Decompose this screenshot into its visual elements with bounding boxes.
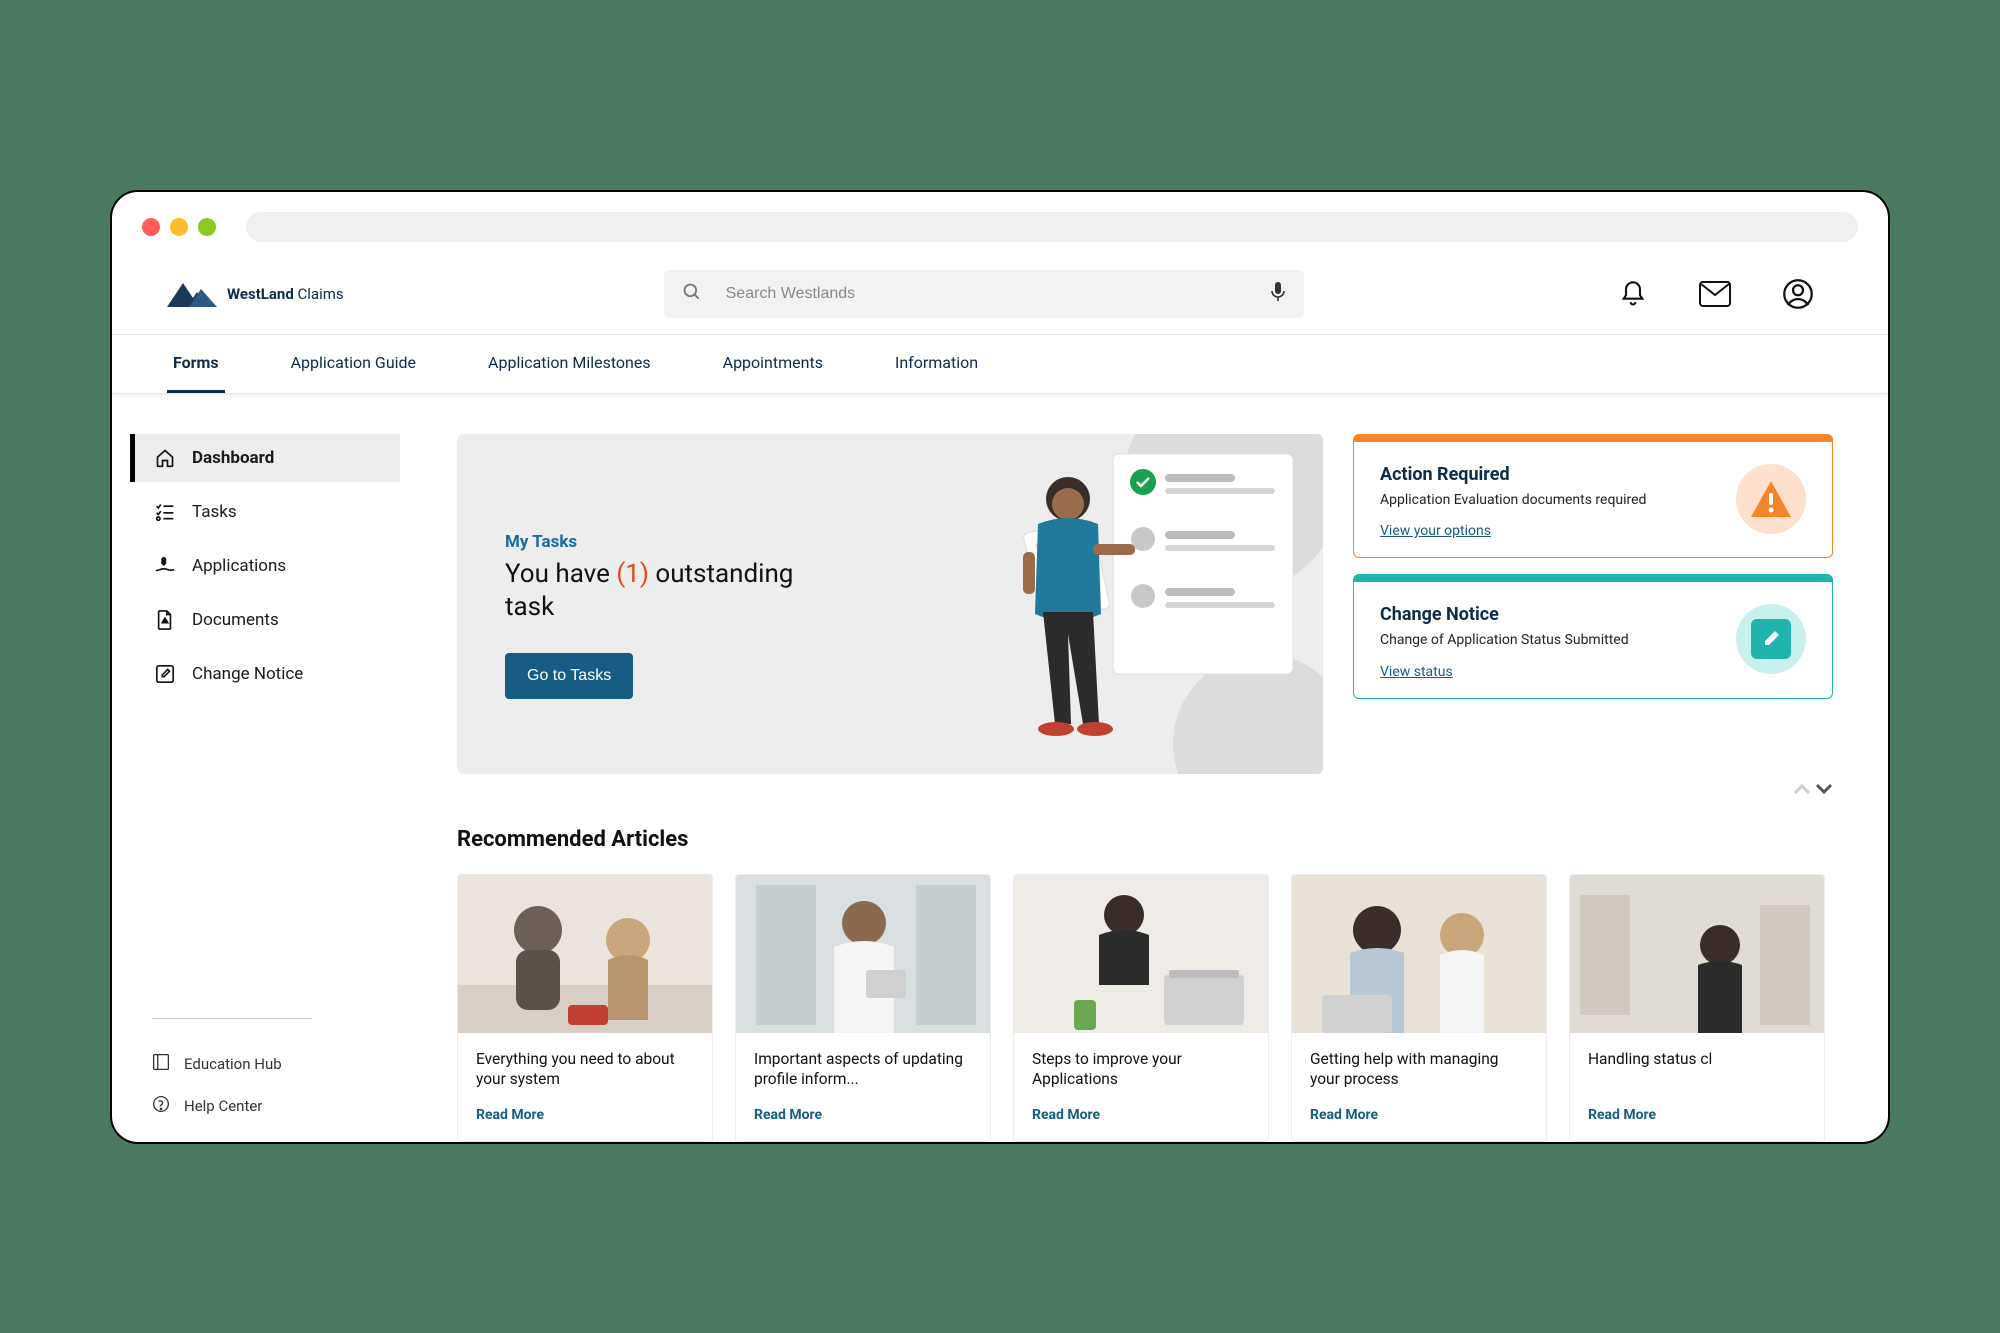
notice-pager [457,774,1888,799]
browser-window: WestLand Claims Forms Application Guid [110,190,1890,1144]
tab-application-milestones[interactable]: Application Milestones [482,335,657,393]
sidebar-item-label: Applications [192,556,286,576]
read-more-link[interactable]: Read More [754,1107,972,1123]
mountain-logo-icon [167,281,217,307]
url-bar[interactable] [246,212,1858,242]
brand-logo[interactable]: WestLand Claims [167,281,344,307]
article-title: Steps to improve your Applications [1032,1049,1250,1091]
tasks-headline: You have (1) outstanding task [505,558,805,626]
search-bar[interactable] [664,270,1304,318]
notice-title: Action Required [1380,464,1718,485]
chevron-up-icon[interactable] [1793,780,1811,799]
home-icon [154,448,176,468]
app-header: WestLand Claims [112,254,1888,334]
article-card[interactable]: Steps to improve your Applications Read … [1013,874,1269,1142]
tab-application-guide[interactable]: Application Guide [285,335,422,393]
sidebar-footer: Education Hub Help Center [130,1018,457,1127]
header-actions [1619,279,1833,309]
browser-chrome [112,192,1888,254]
document-icon [154,610,176,630]
sidebar-nav: Dashboard Tasks $ Applications [130,434,457,698]
tab-information[interactable]: Information [889,335,984,393]
hand-money-icon: $ [154,557,176,575]
book-icon [152,1053,170,1075]
article-thumbnail [1570,875,1824,1033]
articles-heading: Recommended Articles [457,827,1888,852]
sidebar-footer-label: Education Hub [184,1055,282,1073]
sidebar-item-tasks[interactable]: Tasks [134,488,404,536]
article-title: Important aspects of updating profile in… [754,1049,972,1091]
sidebar-item-label: Dashboard [192,448,274,468]
article-title: Everything you need to about your system [476,1049,694,1091]
article-card[interactable]: Everything you need to about your system… [457,874,713,1142]
view-options-link[interactable]: View your options [1380,523,1491,539]
read-more-link[interactable]: Read More [1310,1107,1528,1123]
main-content: My Tasks You have (1) outstanding task G… [457,434,1888,1142]
tab-appointments[interactable]: Appointments [717,335,829,393]
recommended-articles: Recommended Articles Everything you need… [457,827,1888,1142]
action-required-card: Action Required Application Evaluation d… [1353,434,1833,559]
sidebar-item-documents[interactable]: Documents [134,596,404,644]
tasks-eyebrow: My Tasks [505,532,805,552]
read-more-link[interactable]: Read More [1588,1107,1806,1123]
article-thumbnail [1292,875,1546,1033]
brand-name: WestLand Claims [227,285,344,303]
notice-description: Change of Application Status Submitted [1380,631,1650,651]
sidebar-item-label: Tasks [192,502,237,522]
tab-forms[interactable]: Forms [167,335,225,393]
search-input[interactable] [726,285,1246,303]
tasks-illustration [983,434,1323,774]
view-status-link[interactable]: View status [1380,664,1453,680]
checklist-icon [154,503,176,521]
svg-text:$: $ [161,557,166,567]
sidebar-footer-label: Help Center [184,1097,262,1115]
microphone-icon[interactable] [1270,282,1286,306]
article-thumbnail [458,875,712,1033]
notice-description: Application Evaluation documents require… [1380,491,1650,511]
window-controls [142,218,216,236]
edit-icon [1736,604,1806,674]
search-icon [682,282,702,306]
article-title: Handling status cl [1588,1049,1806,1091]
articles-row: Everything you need to about your system… [457,874,1888,1142]
sidebar: Dashboard Tasks $ Applications [112,434,457,1142]
change-notice-card: Change Notice Change of Application Stat… [1353,574,1833,699]
article-thumbnail [736,875,990,1033]
tasks-panel: My Tasks You have (1) outstanding task G… [457,434,1323,774]
minimize-window-button[interactable] [170,218,188,236]
sidebar-item-change-notice[interactable]: Change Notice [134,650,404,698]
close-window-button[interactable] [142,218,160,236]
read-more-link[interactable]: Read More [476,1107,694,1123]
sidebar-education-hub[interactable]: Education Hub [152,1043,457,1085]
sidebar-item-dashboard[interactable]: Dashboard [130,434,400,482]
sidebar-help-center[interactable]: Help Center [152,1085,457,1127]
top-nav-tabs: Forms Application Guide Application Mile… [112,334,1888,394]
profile-icon[interactable] [1783,279,1813,309]
read-more-link[interactable]: Read More [1032,1107,1250,1123]
sidebar-item-label: Documents [192,610,279,630]
article-card[interactable]: Handling status cl Read More [1569,874,1825,1142]
main-layout: Dashboard Tasks $ Applications [112,394,1888,1142]
article-card[interactable]: Important aspects of updating profile in… [735,874,991,1142]
alert-icon [1736,464,1806,534]
top-panels: My Tasks You have (1) outstanding task G… [457,434,1888,774]
notice-title: Change Notice [1380,604,1718,625]
sidebar-item-label: Change Notice [192,664,303,684]
edit-square-icon [154,664,176,684]
article-thumbnail [1014,875,1268,1033]
chevron-down-icon[interactable] [1815,780,1833,799]
article-title: Getting help with managing your process [1310,1049,1528,1091]
mail-icon[interactable] [1699,281,1731,307]
notifications-icon[interactable] [1619,280,1647,308]
help-icon [152,1095,170,1117]
go-to-tasks-button[interactable]: Go to Tasks [505,653,633,699]
sidebar-item-applications[interactable]: $ Applications [134,542,404,590]
notices-column: Action Required Application Evaluation d… [1353,434,1833,774]
maximize-window-button[interactable] [198,218,216,236]
article-card[interactable]: Getting help with managing your process … [1291,874,1547,1142]
